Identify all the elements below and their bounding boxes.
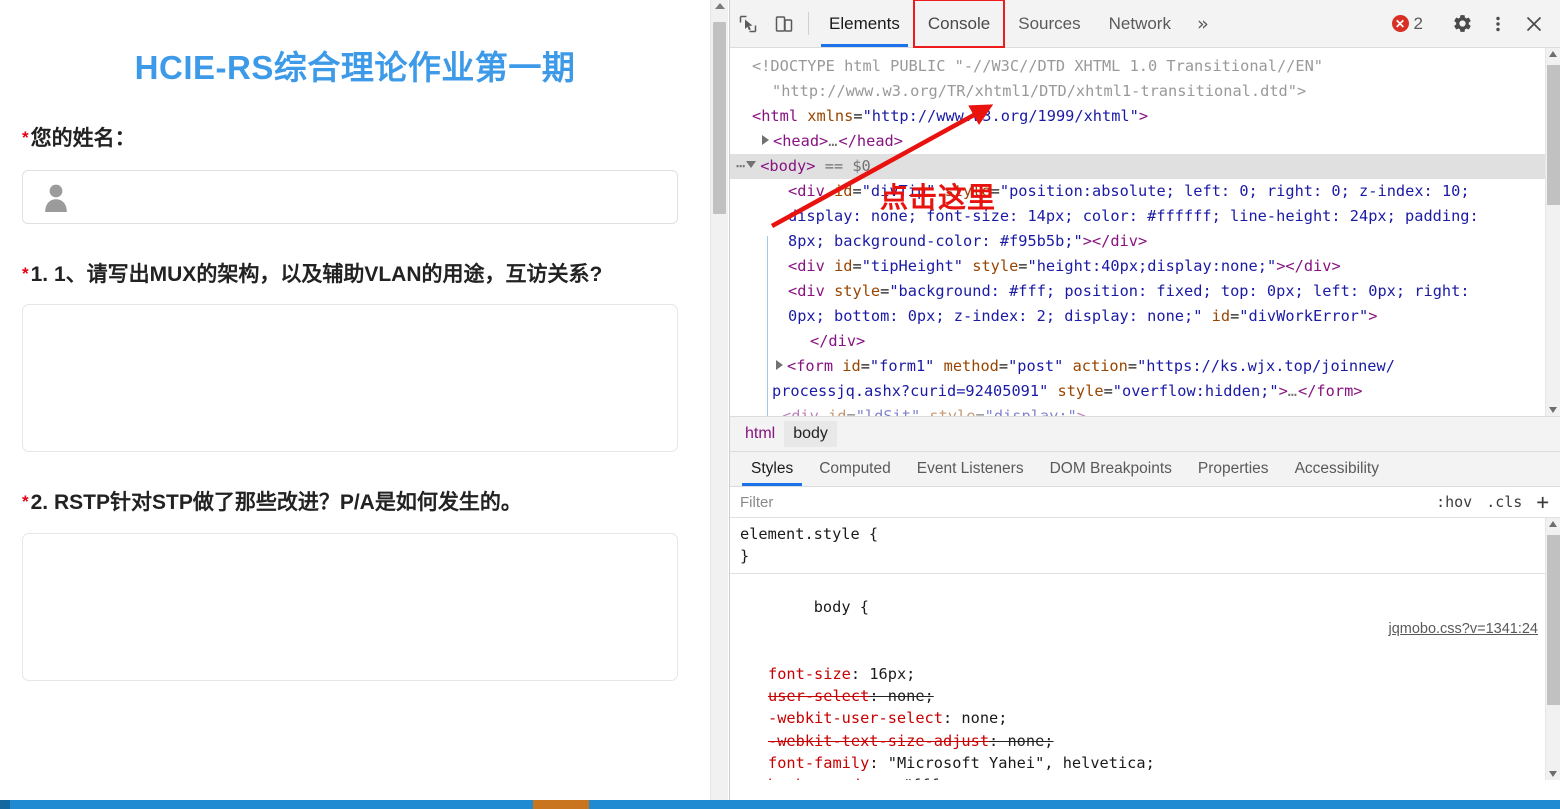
browser-page-pane: HCIE-RS综合理论作业第一期 *您的姓名： *1. 1、请写出MUX的架构，…: [0, 0, 728, 800]
question-1-text: 1. 1、请写出MUX的架构，以及辅助VLAN的用途，互访关系?: [30, 263, 603, 287]
dom-line-div-close[interactable]: </div>: [730, 329, 1560, 354]
scroll-up-arrow-icon[interactable]: [1549, 521, 1557, 527]
scrollbar-thumb[interactable]: [1547, 65, 1560, 205]
devtools-toolbar-right: ✕ 2: [1391, 0, 1560, 47]
question-1-block: *1. 1、请写出MUX的架构，以及辅助VLAN的用途，互访关系?: [22, 260, 688, 453]
tab-computed[interactable]: Computed: [806, 452, 904, 486]
more-tabs-chevron-icon[interactable]: »: [1185, 0, 1220, 47]
dom-line-html[interactable]: <html xmlns="http://www.w3.org/1999/xhtm…: [730, 104, 1560, 129]
cls-button[interactable]: .cls: [1479, 493, 1529, 511]
dom-line-divworkerror[interactable]: <div style="background: #fff; position: …: [730, 279, 1560, 304]
tab-console[interactable]: Console: [912, 0, 1006, 48]
decl-font-size[interactable]: font-size: 16px;: [730, 663, 1560, 685]
element-style-close: }: [740, 547, 750, 566]
scrollbar-thumb[interactable]: [713, 22, 726, 214]
indent-guide: [767, 236, 768, 416]
breadcrumb-item-body[interactable]: body: [784, 421, 837, 447]
body-selector[interactable]: body {: [814, 598, 869, 616]
required-asterisk: *: [22, 264, 29, 284]
dom-line-form[interactable]: <form id="form1" method="post" action="h…: [730, 354, 1560, 379]
styles-pane-tabs: Styles Computed Event Listeners DOM Brea…: [730, 451, 1560, 487]
gear-icon[interactable]: [1444, 13, 1480, 34]
page-title: HCIE-RS综合理论作业第一期: [134, 49, 576, 86]
devtools-tabs: Elements Console Sources Network: [815, 0, 1185, 48]
error-icon: ✕: [1391, 15, 1409, 32]
question-1-label: *1. 1、请写出MUX的架构，以及辅助VLAN的用途，互访关系?: [22, 260, 688, 290]
tab-event-listeners[interactable]: Event Listeners: [904, 452, 1037, 486]
breadcrumb-item-html[interactable]: html: [736, 421, 784, 447]
element-style-selector[interactable]: element.style {: [730, 523, 1560, 545]
dom-tree-scrollbar[interactable]: [1545, 48, 1560, 416]
tab-accessibility[interactable]: Accessibility: [1282, 452, 1392, 486]
hov-button[interactable]: :hov: [1429, 493, 1479, 511]
error-count: 2: [1413, 13, 1423, 33]
tab-dom-breakpoints[interactable]: DOM Breakpoints: [1037, 452, 1185, 486]
taskbar-active-window[interactable]: [533, 800, 589, 809]
new-style-rule-button[interactable]: +: [1529, 491, 1556, 513]
dom-line-divtip-cont2[interactable]: 8px; background-color: #f95b5b;"></div>: [730, 229, 1560, 254]
name-field-block: *您的姓名：: [22, 124, 688, 225]
dom-line-partial[interactable]: <div id="ldSit" style="display:">: [730, 404, 1560, 416]
decl-font-family[interactable]: font-family: "Microsoft Yahei", helvetic…: [730, 752, 1560, 774]
tab-properties[interactable]: Properties: [1185, 452, 1282, 486]
dom-line-form-cont[interactable]: processjq.ashx?curid=92405091" style="ov…: [730, 379, 1560, 404]
screen: HCIE-RS综合理论作业第一期 *您的姓名： *1. 1、请写出MUX的架构，…: [0, 0, 1560, 809]
scrollbar-thumb[interactable]: [1547, 535, 1560, 705]
person-icon: [43, 182, 69, 217]
question-2-text: 2. RSTP针对STP做了那些改进？P/A是如何发生的。: [30, 491, 522, 515]
required-asterisk: *: [22, 492, 29, 512]
css-rules-pane[interactable]: element.style { } body { jqmobo.css?v=13…: [730, 518, 1560, 780]
question-2-answer[interactable]: [22, 532, 678, 681]
start-button[interactable]: [0, 800, 10, 809]
tab-elements[interactable]: Elements: [815, 0, 914, 47]
styles-filter-row: :hov .cls +: [730, 487, 1560, 518]
device-toolbar-icon[interactable]: [766, 0, 802, 47]
scroll-up-arrow-icon[interactable]: [1549, 51, 1557, 57]
page-vertical-scrollbar[interactable]: [710, 0, 728, 800]
survey-form: HCIE-RS综合理论作业第一期 *您的姓名： *1. 1、请写出MUX的架构，…: [0, 0, 710, 800]
decl-webkit-text-size-adjust[interactable]: -webkit-text-size-adjust: none;: [730, 730, 1560, 752]
dom-tree[interactable]: <!DOCTYPE html PUBLIC "-//W3C//DTD XHTML…: [730, 48, 1560, 416]
close-icon[interactable]: [1516, 14, 1552, 34]
scroll-down-arrow-icon[interactable]: [1549, 407, 1557, 413]
inspect-element-icon[interactable]: [730, 0, 766, 47]
devtools-toolbar: Elements Console Sources Network » ✕ 2: [730, 0, 1560, 48]
tab-sources[interactable]: Sources: [1004, 0, 1094, 47]
dom-line-doctype-cont[interactable]: "http://www.w3.org/TR/xhtml1/DTD/xhtml1-…: [730, 79, 1560, 104]
name-input[interactable]: [22, 170, 678, 225]
tab-styles[interactable]: Styles: [738, 452, 806, 486]
dom-line-divtip-cont1[interactable]: display: none; font-size: 14px; color: #…: [730, 204, 1560, 229]
dom-line-divtip[interactable]: <div id="divTip" style="position:absolut…: [730, 179, 1560, 204]
dom-line-body[interactable]: ⋯ <body> == $0: [730, 154, 1560, 179]
dom-line-doctype[interactable]: <!DOCTYPE html PUBLIC "-//W3C//DTD XHTML…: [730, 54, 1560, 79]
question-2-block: *2. RSTP针对STP做了那些改进？P/A是如何发生的。: [22, 488, 688, 681]
question-1-answer[interactable]: [22, 304, 678, 453]
filter-input[interactable]: [738, 488, 1430, 516]
kebab-menu-icon[interactable]: [1480, 14, 1516, 34]
devtools-panel: Elements Console Sources Network » ✕ 2 <…: [729, 0, 1560, 800]
question-2-label: *2. RSTP针对STP做了那些改进？P/A是如何发生的。: [22, 488, 688, 518]
breadcrumb: html body: [730, 416, 1560, 451]
decl-user-select[interactable]: user-select: none;: [730, 685, 1560, 707]
name-label-text: 您的姓名：: [30, 126, 136, 150]
dom-line-tipheight[interactable]: <div id="tipHeight" style="height:40px;d…: [730, 254, 1560, 279]
decl-webkit-user-select[interactable]: -webkit-user-select: none;: [730, 707, 1560, 729]
scroll-down-arrow-icon[interactable]: [1549, 771, 1557, 777]
decl-background[interactable]: background: #fff;: [730, 774, 1560, 780]
stylesheet-origin-link[interactable]: jqmobo.css?v=1341:24: [1388, 618, 1538, 640]
scroll-up-arrow-icon[interactable]: [715, 3, 725, 9]
name-field-label: *您的姓名：: [22, 124, 688, 154]
tab-network[interactable]: Network: [1095, 0, 1185, 47]
toolbar-divider: [808, 12, 809, 35]
dom-line-divworkerror-cont[interactable]: 0px; bottom: 0px; z-index: 2; display: n…: [730, 304, 1560, 329]
body-rule-header: body { jqmobo.css?v=1341:24: [730, 574, 1560, 663]
dom-line-head[interactable]: <head>…</head>: [730, 129, 1560, 154]
css-rules-scrollbar[interactable]: [1545, 518, 1560, 780]
error-badge[interactable]: ✕ 2: [1391, 13, 1423, 34]
required-asterisk: *: [22, 127, 29, 147]
os-taskbar[interactable]: [0, 800, 1560, 809]
